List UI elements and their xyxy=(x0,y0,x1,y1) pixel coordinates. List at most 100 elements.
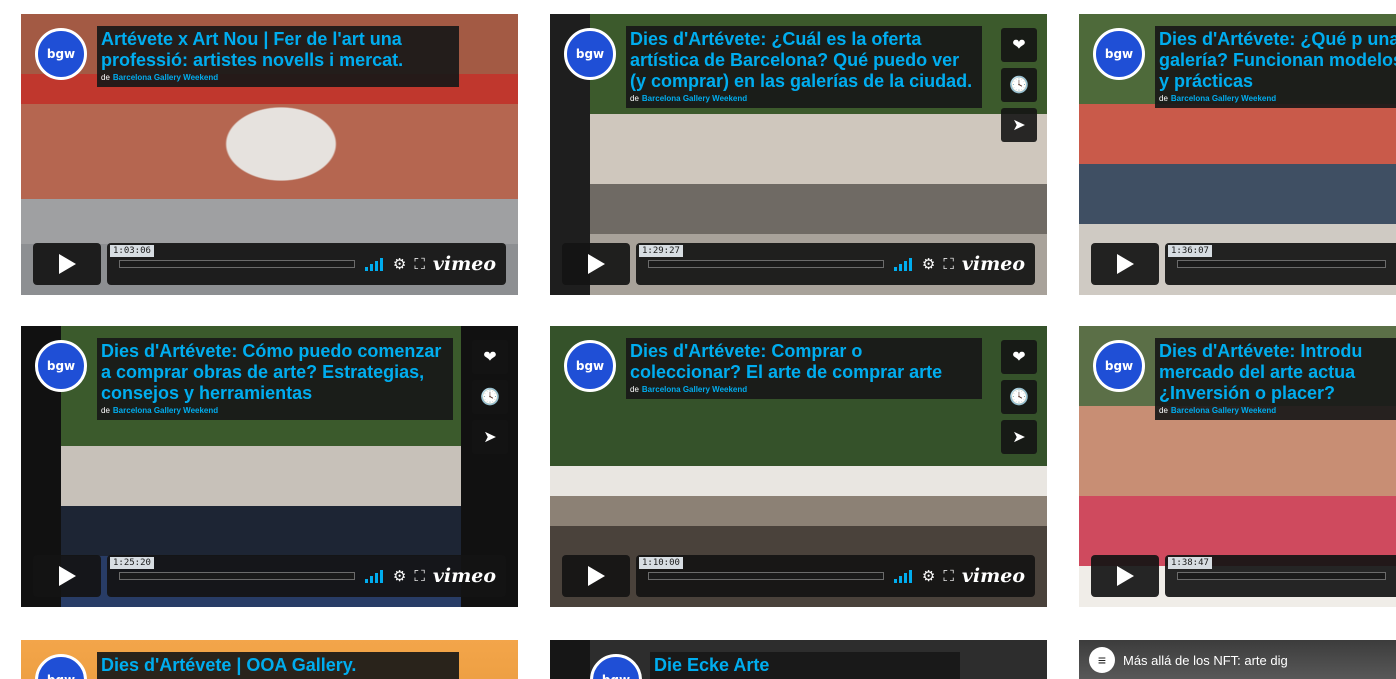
channel-logo[interactable]: bgw xyxy=(35,340,87,392)
owner-link[interactable]: Barcelona Gallery Weekend xyxy=(642,385,747,394)
video-card[interactable]: ≡ Más allá de los NFT: arte dig xyxy=(1079,640,1396,679)
video-card[interactable]: bgw Dies d'Artévete: Comprar o coleccion… xyxy=(550,326,1047,607)
video-title[interactable]: Dies d'Artévete: ¿Qué p una galería? Fun… xyxy=(1159,29,1396,92)
byline: de Barcelona Gallery Weekend xyxy=(101,73,454,82)
owner-link[interactable]: Barcelona Gallery Weekend xyxy=(113,73,218,82)
controls-panel: 1:38:47 xyxy=(1165,555,1396,597)
fullscreen-icon[interactable]: ⛶ xyxy=(943,256,954,273)
progress-bar[interactable]: 1:03:06 xyxy=(110,245,355,268)
fullscreen-icon[interactable]: ⛶ xyxy=(943,568,954,585)
video-title[interactable]: Dies d'Artévete: Comprar o coleccionar? … xyxy=(630,341,977,383)
clock-icon[interactable]: 🕓 xyxy=(1001,380,1037,414)
title-overlay: Artévete x Art Nou | Fer de l'art una pr… xyxy=(97,26,459,87)
progress-bar[interactable]: 1:10:00 xyxy=(639,557,884,580)
title-overlay: Dies d'Artévete: Introdu mercado del art… xyxy=(1155,338,1396,420)
byline-prefix: de xyxy=(630,94,639,103)
title-overlay: Dies d'Artévete: ¿Cuál es la oferta artí… xyxy=(626,26,982,108)
paper-plane-icon[interactable]: ➤ xyxy=(472,420,508,454)
paper-plane-icon[interactable]: ➤ xyxy=(1001,420,1037,454)
byline: de Barcelona Gallery Weekend xyxy=(630,94,977,103)
channel-logo[interactable]: bgw xyxy=(1093,340,1145,392)
video-title[interactable]: Más allá de los NFT: arte dig xyxy=(1123,653,1288,668)
vimeo-logo[interactable]: vimeo xyxy=(433,253,496,275)
byline-prefix: de xyxy=(1159,94,1168,103)
paper-plane-icon[interactable]: ➤ xyxy=(1001,108,1037,142)
video-card[interactable]: bgw Artévete x Art Nou | Fer de l'art un… xyxy=(21,14,518,295)
play-button[interactable] xyxy=(562,243,630,285)
byline-prefix: de xyxy=(1159,406,1168,415)
gear-icon[interactable]: ⚙ xyxy=(922,255,935,273)
channel-logo[interactable]: bgw xyxy=(564,28,616,80)
controls-panel: 1:03:06 ⚙ ⛶ vimeo xyxy=(107,243,506,285)
duration-label: 1:38:47 xyxy=(1168,557,1212,569)
player-controls: 1:29:27 ⚙ ⛶ vimeo xyxy=(562,243,1035,285)
volume-icon[interactable] xyxy=(364,569,383,583)
gear-icon[interactable]: ⚙ xyxy=(393,255,406,273)
title-overlay: Dies d'Artévete: Cómo puedo comenzar a c… xyxy=(97,338,453,420)
fullscreen-icon[interactable]: ⛶ xyxy=(414,568,425,585)
progress-bar[interactable]: 1:29:27 xyxy=(639,245,884,268)
gear-icon[interactable]: ⚙ xyxy=(393,567,406,585)
heart-icon[interactable]: ❤ xyxy=(1001,340,1037,374)
player-controls: 1:10:00 ⚙ ⛶ vimeo xyxy=(562,555,1035,597)
video-card[interactable]: bgw Die Ecke Arte xyxy=(550,640,1047,679)
gear-icon[interactable]: ⚙ xyxy=(922,567,935,585)
side-actions: ❤ 🕓 ➤ xyxy=(472,340,508,454)
volume-icon[interactable] xyxy=(364,257,383,271)
vimeo-logo[interactable]: vimeo xyxy=(962,253,1025,275)
channel-logo[interactable]: bgw xyxy=(1093,28,1145,80)
duration-label: 1:25:20 xyxy=(110,557,154,569)
fullscreen-icon[interactable]: ⛶ xyxy=(414,256,425,273)
owner-link[interactable]: Barcelona Gallery Weekend xyxy=(113,406,218,415)
clock-icon[interactable]: 🕓 xyxy=(1001,68,1037,102)
video-title[interactable]: Dies d'Artévete: ¿Cuál es la oferta artí… xyxy=(630,29,977,92)
video-title[interactable]: Dies d'Artévete: Introdu mercado del art… xyxy=(1159,341,1396,404)
video-card[interactable]: bgw Dies d'Artévete: ¿Qué p una galería?… xyxy=(1079,14,1396,295)
controls-panel: 1:10:00 ⚙ ⛶ vimeo xyxy=(636,555,1035,597)
video-card[interactable]: bgw Dies d'Artévete: ¿Cuál es la oferta … xyxy=(550,14,1047,295)
heart-icon[interactable]: ❤ xyxy=(1001,28,1037,62)
owner-link[interactable]: Barcelona Gallery Weekend xyxy=(1171,94,1276,103)
play-button[interactable] xyxy=(33,243,101,285)
channel-logo[interactable]: bgw xyxy=(35,28,87,80)
vimeo-logo[interactable]: vimeo xyxy=(962,565,1025,587)
progress-bar[interactable]: 1:25:20 xyxy=(110,557,355,580)
player-controls: 1:25:20 ⚙ ⛶ vimeo xyxy=(33,555,506,597)
progress-bar[interactable]: 1:38:47 xyxy=(1168,557,1386,580)
player-controls: 1:38:47 xyxy=(1091,555,1396,597)
progress-bar[interactable]: 1:36:07 xyxy=(1168,245,1386,268)
video-title[interactable]: Artévete x Art Nou | Fer de l'art una pr… xyxy=(101,29,454,71)
channel-logo[interactable]: bgw xyxy=(564,340,616,392)
owner-link[interactable]: Barcelona Gallery Weekend xyxy=(1171,406,1276,415)
byline: de Barcelona Gallery Weekend xyxy=(1159,94,1396,103)
play-button[interactable] xyxy=(1091,555,1159,597)
title-overlay: Dies d'Artévete | OOA Gallery. xyxy=(97,652,459,679)
channel-icon[interactable]: ≡ xyxy=(1089,647,1115,673)
video-card[interactable]: bgw Dies d'Artévete: Cómo puedo comenzar… xyxy=(21,326,518,607)
video-card[interactable]: bgw Dies d'Artévete: Introdu mercado del… xyxy=(1079,326,1396,607)
controls-panel: 1:25:20 ⚙ ⛶ vimeo xyxy=(107,555,506,597)
play-button[interactable] xyxy=(33,555,101,597)
video-card[interactable]: bgw Dies d'Artévete | OOA Gallery. xyxy=(21,640,518,679)
play-button[interactable] xyxy=(1091,243,1159,285)
side-actions: ❤ 🕓 ➤ xyxy=(1001,340,1037,454)
clock-icon[interactable]: 🕓 xyxy=(472,380,508,414)
volume-icon[interactable] xyxy=(893,257,912,271)
video-title[interactable]: Dies d'Artévete | OOA Gallery. xyxy=(101,655,454,676)
byline-prefix: de xyxy=(101,73,110,82)
heart-icon[interactable]: ❤ xyxy=(472,340,508,374)
byline-prefix: de xyxy=(630,385,639,394)
title-overlay: Dies d'Artévete: Comprar o coleccionar? … xyxy=(626,338,982,399)
duration-label: 1:36:07 xyxy=(1168,245,1212,257)
video-title[interactable]: Die Ecke Arte xyxy=(654,655,955,676)
volume-icon[interactable] xyxy=(893,569,912,583)
byline: de Barcelona Gallery Weekend xyxy=(630,385,977,394)
play-button[interactable] xyxy=(562,555,630,597)
side-actions: ❤ 🕓 ➤ xyxy=(1001,28,1037,142)
owner-link[interactable]: Barcelona Gallery Weekend xyxy=(642,94,747,103)
player-controls: 1:36:07 xyxy=(1091,243,1396,285)
title-overlay: ≡ Más allá de los NFT: arte dig xyxy=(1079,640,1396,679)
video-title[interactable]: Dies d'Artévete: Cómo puedo comenzar a c… xyxy=(101,341,448,404)
vimeo-logo[interactable]: vimeo xyxy=(433,565,496,587)
byline: de Barcelona Gallery Weekend xyxy=(101,406,448,415)
